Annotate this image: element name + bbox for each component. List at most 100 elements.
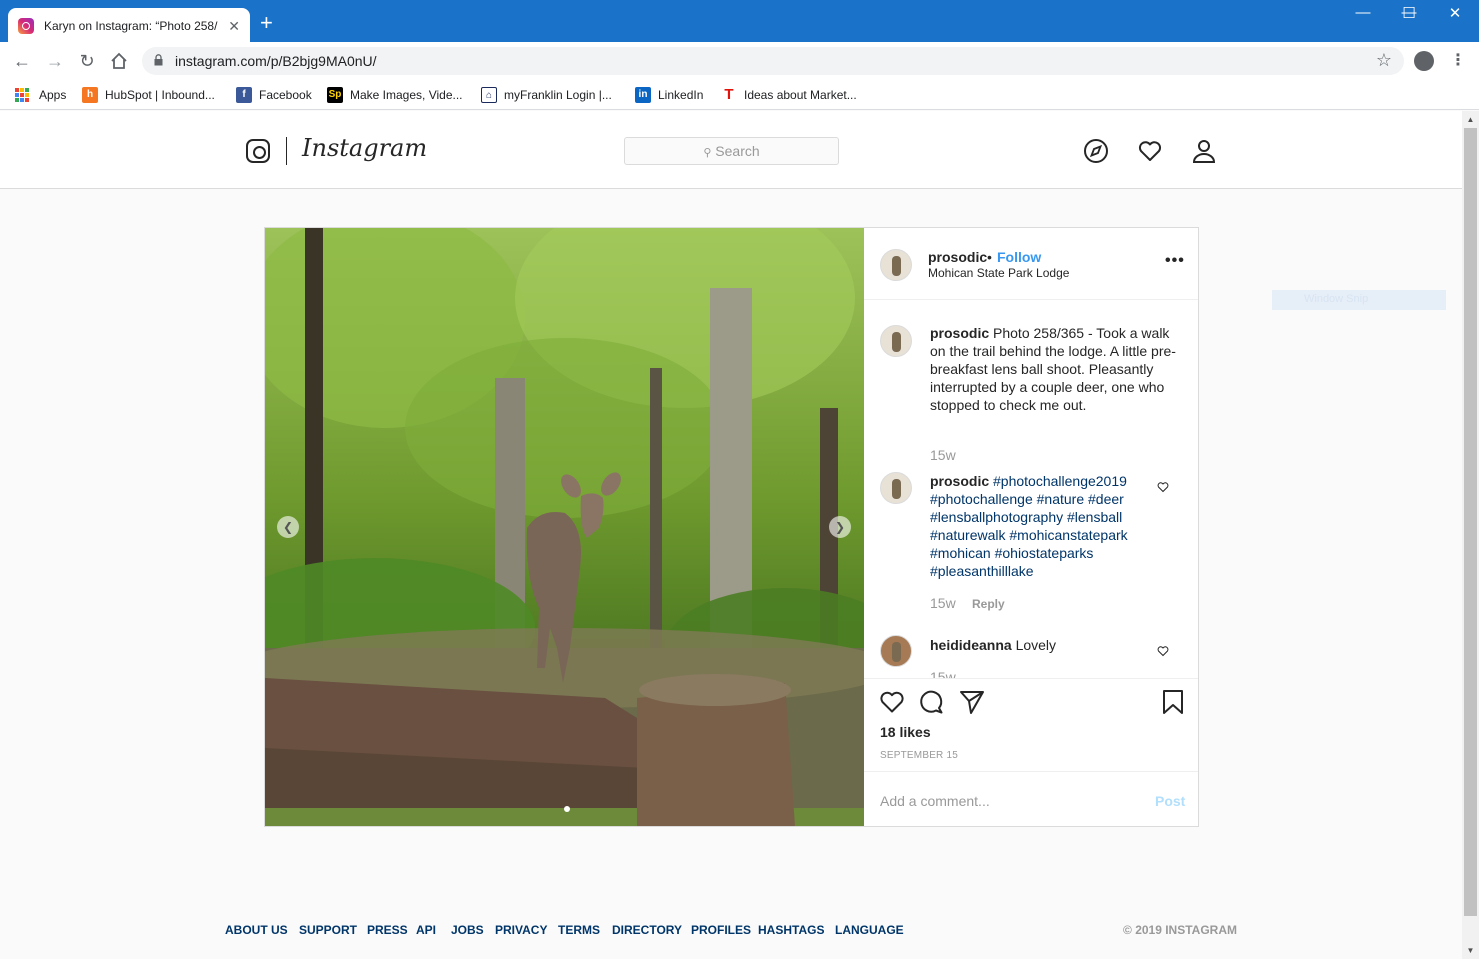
profile-icon[interactable] — [1191, 138, 1217, 164]
instagram-camera-icon[interactable] — [246, 139, 270, 163]
url-text: instagram.com/p/B2bjg9MA0nU/ — [175, 53, 377, 69]
home-icon[interactable] — [107, 50, 131, 72]
like-comment-heart-icon[interactable] — [1157, 481, 1169, 493]
instagram-wordmark[interactable]: Instagram — [302, 134, 427, 162]
bookmark-hubspot[interactable]: h HubSpot | Inbound... — [82, 85, 215, 105]
bookmark-facebook[interactable]: f Facebook — [236, 85, 312, 105]
avatar[interactable] — [880, 249, 912, 281]
carousel-next-button[interactable]: ❯ — [829, 516, 851, 538]
comment-input[interactable]: Add a comment... — [880, 793, 990, 809]
carousel-prev-button[interactable]: ❮ — [277, 516, 299, 538]
scroll-up-icon[interactable]: ▲ — [1462, 111, 1479, 128]
carousel-dot-indicator — [564, 806, 570, 812]
save-bookmark-icon[interactable] — [1160, 689, 1186, 715]
footer-link-terms[interactable]: TERMS — [558, 923, 600, 937]
tab-close-icon[interactable]: ✕ — [228, 18, 240, 35]
like-count[interactable]: 18 likes — [880, 724, 931, 740]
bookmark-apps[interactable]: Apps — [15, 85, 66, 105]
post-comment-button[interactable]: Post — [1155, 793, 1185, 809]
comment-text: Lovely — [1015, 637, 1057, 653]
bookmark-ideas[interactable]: T Ideas about Market... — [721, 85, 857, 105]
caption: prosodic Photo 258/365 - Took a walk on … — [930, 324, 1180, 414]
reload-icon[interactable]: ↻ — [75, 50, 99, 72]
close-window-button[interactable]: ✕ — [1432, 4, 1478, 22]
bookmark-linkedin[interactable]: in LinkedIn — [635, 85, 703, 105]
address-bar[interactable]: instagram.com/p/B2bjg9MA0nU/ ☆ — [142, 47, 1404, 75]
comment-time[interactable]: 15w — [930, 669, 956, 678]
spark-icon: Sp — [327, 87, 343, 103]
like-heart-icon[interactable] — [879, 689, 905, 715]
post-header: prosodic • Follow Mohican State Park Lod… — [864, 228, 1198, 300]
share-paper-plane-icon[interactable] — [959, 689, 985, 715]
bookmark-myfranklin[interactable]: ⌂ myFranklin Login |... — [481, 85, 612, 105]
browser-tab[interactable]: Karyn on Instagram: “Photo 258/ ✕ — [8, 8, 250, 44]
avatar[interactable] — [880, 325, 912, 357]
header-divider — [286, 137, 287, 165]
more-options-icon[interactable]: ••• — [1165, 252, 1185, 270]
comment-time[interactable]: 15w — [930, 595, 956, 611]
search-icon: ⚲ — [703, 147, 712, 159]
reply-button[interactable]: Reply — [972, 597, 1005, 611]
post-date[interactable]: SEPTEMBER 15 — [880, 750, 958, 761]
activity-heart-icon[interactable] — [1137, 138, 1163, 164]
post-username[interactable]: prosodic — [928, 249, 987, 265]
add-comment-bar: Add a comment... Post — [864, 771, 1198, 826]
franklin-icon: ⌂ — [481, 87, 497, 103]
footer-link-support[interactable]: SUPPORT — [299, 923, 357, 937]
post-card: ❮ ❯ prosodic • Follow Mohican State Park… — [264, 227, 1199, 827]
scrollbar-thumb[interactable] — [1464, 128, 1477, 916]
footer-link-api[interactable]: API — [416, 923, 436, 937]
tab-title: Karyn on Instagram: “Photo 258/ — [44, 19, 218, 33]
avatar[interactable] — [880, 472, 912, 504]
comment-bubble-icon[interactable] — [919, 689, 945, 715]
footer-link-language[interactable]: LANGUAGE — [835, 923, 904, 937]
browser-menu-icon[interactable]: ⋮ — [1450, 50, 1466, 70]
separator-dot: • — [987, 249, 992, 265]
copyright: © 2019 INSTAGRAM — [1123, 923, 1237, 937]
new-tab-button[interactable]: + — [260, 12, 273, 34]
deer-in-forest-image — [265, 228, 864, 826]
post-sidebar: prosodic • Follow Mohican State Park Lod… — [864, 228, 1198, 826]
footer-link-privacy[interactable]: PRIVACY — [495, 923, 547, 937]
follow-button[interactable]: Follow — [997, 249, 1041, 265]
bookmark-star-icon[interactable]: ☆ — [1376, 50, 1392, 71]
bookmark-spark[interactable]: Sp Make Images, Vide... — [327, 85, 463, 105]
comment-username[interactable]: heidideanna — [930, 637, 1012, 653]
facebook-icon: f — [236, 87, 252, 103]
explore-compass-icon[interactable] — [1083, 138, 1109, 164]
footer-link-jobs[interactable]: JOBS — [451, 923, 484, 937]
forward-arrow-icon[interactable]: → — [43, 50, 67, 72]
comment: heidideanna Lovely — [930, 636, 1150, 654]
footer-link-hashtags[interactable]: HASHTAGS — [758, 923, 824, 937]
caption-time[interactable]: 15w — [930, 447, 956, 463]
search-input[interactable]: ⚲ Search — [624, 137, 839, 165]
linkedin-icon: in — [635, 87, 651, 103]
footer-link-about[interactable]: ABOUT US — [225, 923, 288, 937]
post-location[interactable]: Mohican State Park Lodge — [928, 266, 1069, 280]
profile-avatar-icon[interactable] — [1414, 51, 1434, 71]
avatar[interactable] — [880, 635, 912, 667]
comments-list: prosodic Photo 258/365 - Took a walk on … — [864, 301, 1198, 678]
footer-link-directory[interactable]: DIRECTORY — [612, 923, 682, 937]
comment-username[interactable]: prosodic — [930, 473, 989, 489]
footer: ABOUT US SUPPORT PRESS API JOBS PRIVACY … — [225, 923, 1237, 939]
like-comment-heart-icon[interactable] — [1157, 645, 1169, 657]
instagram-favicon-icon — [18, 18, 34, 34]
scroll-down-icon[interactable]: ▼ — [1462, 942, 1479, 959]
browser-titlebar: Karyn on Instagram: “Photo 258/ ✕ + — — [0, 0, 1479, 44]
post-photo[interactable]: ❮ ❯ — [265, 228, 864, 826]
window-snip-overlay: Window Snip — [1272, 290, 1446, 310]
back-arrow-icon[interactable]: ← — [10, 50, 34, 72]
caption-username[interactable]: prosodic — [930, 325, 989, 341]
post-actions: 18 likes SEPTEMBER 15 — [864, 678, 1198, 771]
comment: prosodic #photochallenge2019 #photochall… — [930, 472, 1150, 580]
footer-link-press[interactable]: PRESS — [367, 923, 408, 937]
apps-grid-icon — [15, 88, 29, 102]
lock-icon — [154, 54, 163, 66]
footer-link-profiles[interactable]: PROFILES — [691, 923, 751, 937]
t-icon: T — [721, 87, 737, 103]
minimize-button[interactable]: — — [1340, 4, 1386, 21]
bookmarks-bar: Apps h HubSpot | Inbound... f Facebook S… — [0, 80, 1479, 110]
browser-toolbar: ← → ↻ instagram.com/p/B2bjg9MA0nU/ ☆ ⋮ — [0, 42, 1479, 80]
maximize-button[interactable]: ☐ — [1386, 4, 1432, 22]
